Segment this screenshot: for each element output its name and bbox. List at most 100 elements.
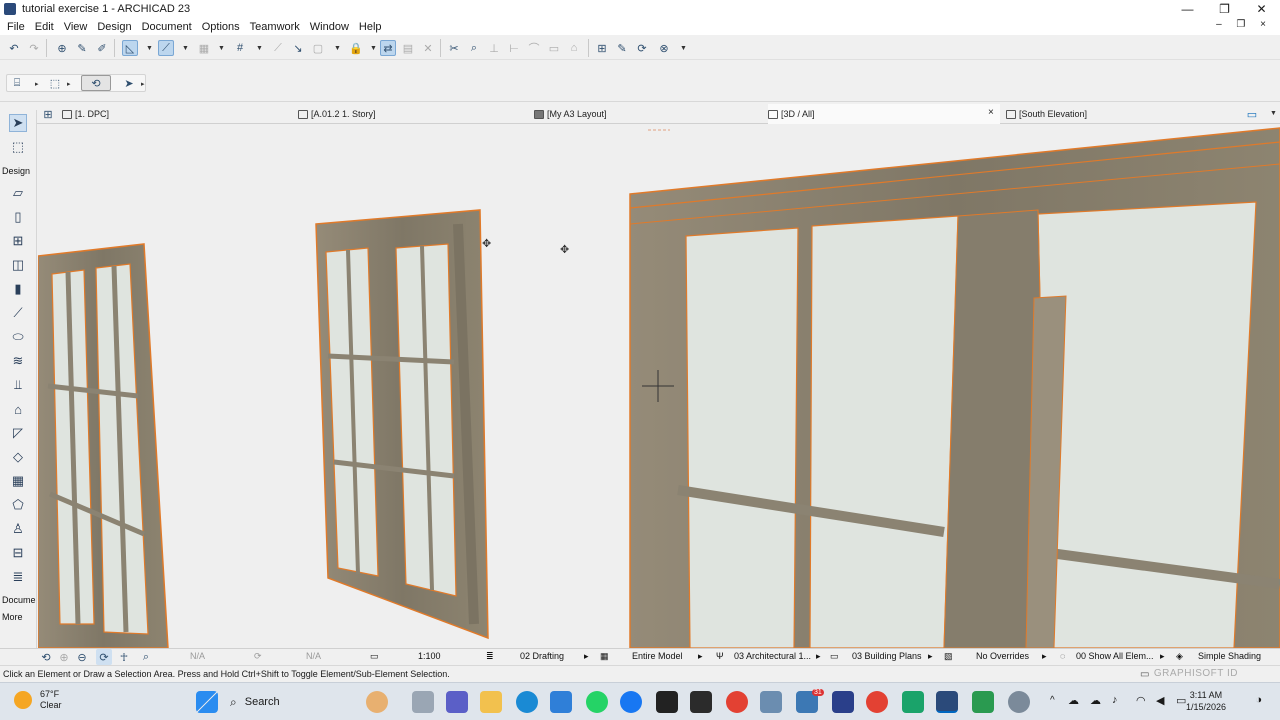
morph-tool-icon[interactable]: ⬠ bbox=[9, 496, 27, 514]
curtain-wall-tool-icon[interactable]: ▦ bbox=[9, 472, 27, 490]
marquee-icon[interactable]: ⬚ bbox=[47, 75, 63, 91]
snap-guides-icon[interactable]: ⟋ bbox=[158, 40, 174, 56]
task-view-icon[interactable] bbox=[412, 691, 434, 713]
renovation-filter[interactable]: 00 Show All Elem... bbox=[1076, 651, 1154, 661]
tab-south-elevation[interactable]: [South Elevation] bbox=[1006, 104, 1236, 124]
grid-snap-icon[interactable]: ▦ bbox=[196, 40, 212, 56]
settings-icon[interactable] bbox=[1008, 691, 1030, 713]
chevron-down-icon[interactable]: ▼ bbox=[680, 45, 687, 52]
grid-icon[interactable]: # bbox=[232, 40, 248, 56]
teams-icon[interactable] bbox=[446, 691, 468, 713]
close-button[interactable]: ✕ bbox=[1243, 0, 1280, 18]
filter-icon[interactable]: ⊞ bbox=[594, 40, 610, 56]
undo-icon[interactable]: ↶ bbox=[6, 40, 22, 56]
tab-1-dpc[interactable]: [1. DPC] bbox=[62, 104, 292, 124]
solid-operations-icon[interactable]: ⊗ bbox=[656, 40, 672, 56]
maximize-button[interactable]: ❐ bbox=[1206, 0, 1243, 18]
chevron-right-icon[interactable]: ▸ bbox=[698, 651, 703, 662]
menu-help[interactable]: Help bbox=[354, 21, 387, 33]
slab-tool-icon[interactable]: ⬭ bbox=[9, 328, 27, 346]
revit-icon[interactable] bbox=[832, 691, 854, 713]
cloud-icon[interactable]: ☁ bbox=[1068, 694, 1079, 707]
window-element-middle[interactable] bbox=[315, 209, 489, 640]
taskbar-search[interactable]: ⌕ Search bbox=[230, 691, 340, 713]
fit-in-window-icon[interactable]: ⌕ bbox=[138, 649, 154, 665]
toolbox-design-label[interactable]: Design bbox=[2, 166, 30, 176]
minimize-button[interactable]: — bbox=[1169, 0, 1206, 18]
roof-tool-icon[interactable]: ⌂ bbox=[9, 400, 27, 418]
capcut-icon[interactable] bbox=[656, 691, 678, 713]
messenger-icon[interactable] bbox=[620, 691, 642, 713]
lock-icon[interactable]: 🔒 bbox=[348, 40, 364, 56]
chevron-down-icon[interactable]: ▼ bbox=[334, 45, 341, 52]
menu-teamwork[interactable]: Teamwork bbox=[245, 21, 305, 33]
toolbox-document-label[interactable]: Docume bbox=[2, 595, 36, 605]
search-highlight-icon[interactable] bbox=[366, 691, 388, 713]
intersect-icon[interactable]: ⊢ bbox=[506, 40, 522, 56]
redo-icon[interactable]: ↷ bbox=[26, 40, 42, 56]
tab-close-icon[interactable]: × bbox=[988, 107, 994, 118]
chevron-down-icon[interactable]: ▼ bbox=[182, 45, 189, 52]
weather-widget[interactable]: 67°F Clear bbox=[14, 689, 62, 711]
model-view-options[interactable]: Entire Model bbox=[632, 651, 683, 661]
menu-file[interactable]: File bbox=[2, 21, 30, 33]
microphone-icon[interactable]: ♪ bbox=[1112, 694, 1118, 706]
chevron-down-icon[interactable]: ▼ bbox=[256, 45, 263, 52]
beam-tool-icon[interactable]: ⟋ bbox=[9, 304, 27, 322]
document-window-controls[interactable]: – ❐ × bbox=[1216, 19, 1272, 30]
chevron-right-icon[interactable]: ▸ bbox=[35, 80, 39, 88]
rotate-icon[interactable]: ⟲ bbox=[38, 649, 54, 665]
menu-document[interactable]: Document bbox=[137, 21, 197, 33]
fillet-icon[interactable]: ⌒ bbox=[526, 40, 542, 56]
adjust-icon[interactable]: ⊥ bbox=[486, 40, 502, 56]
app-icon[interactable] bbox=[972, 691, 994, 713]
arrow-tool-icon[interactable]: ➤ bbox=[9, 114, 27, 132]
windows-start-icon[interactable] bbox=[196, 691, 218, 713]
window-element-left[interactable] bbox=[38, 243, 169, 648]
zoom-out-icon[interactable]: ⊖ bbox=[74, 649, 90, 665]
chevron-right-icon[interactable]: ▸ bbox=[584, 651, 589, 662]
layout-icon[interactable]: ▭ bbox=[1140, 669, 1149, 680]
volume-icon[interactable]: ◀ bbox=[1156, 694, 1164, 707]
shading-mode[interactable]: Simple Shading bbox=[1198, 651, 1261, 661]
door-tool-icon[interactable]: ▯ bbox=[9, 208, 27, 226]
notification-center-icon[interactable]: ◑ bbox=[1255, 694, 1262, 706]
archicad-taskbar-icon[interactable] bbox=[936, 691, 958, 713]
zone-tool-icon[interactable]: ♙ bbox=[9, 520, 27, 538]
chevron-down-icon[interactable]: ▼ bbox=[218, 45, 225, 52]
wall-tool-icon[interactable]: ▱ bbox=[9, 184, 27, 202]
explore-icon[interactable]: ☥ bbox=[116, 649, 132, 665]
battery-icon[interactable]: ▭ bbox=[1176, 694, 1186, 707]
toolbox-more-label[interactable]: More bbox=[2, 612, 23, 622]
system-clock[interactable]: 3:11 AM 1/15/2026 bbox=[1186, 689, 1226, 713]
terminal-icon[interactable] bbox=[690, 691, 712, 713]
cursor-snap-icon[interactable]: ↘ bbox=[290, 40, 306, 56]
tab-3d-all[interactable]: [3D / All] × bbox=[768, 104, 1000, 124]
tab-list-icon[interactable]: ▭ bbox=[1244, 106, 1260, 122]
tab-story[interactable]: [A.01.2 1. Story] bbox=[298, 104, 528, 124]
3d-model-render[interactable]: ✥ ✥ bbox=[38, 124, 1280, 648]
tab-a3-layout[interactable]: [My A3 Layout] bbox=[534, 104, 764, 124]
pen-set[interactable]: 03 Architectural 1... bbox=[734, 651, 811, 661]
menu-design[interactable]: Design bbox=[92, 21, 136, 33]
chevron-right-icon[interactable]: ▸ bbox=[67, 80, 71, 88]
wifi-icon[interactable]: ◠ bbox=[1136, 694, 1146, 707]
selection-filter-icon[interactable]: ⌸ bbox=[9, 75, 25, 91]
suspend-groups-icon[interactable]: ⟋ bbox=[270, 40, 286, 56]
window-tool-icon[interactable]: ⊞ bbox=[9, 232, 27, 250]
mesh-tool-icon[interactable]: ⊟ bbox=[9, 544, 27, 562]
offset-icon[interactable]: ▭ bbox=[546, 40, 562, 56]
tray-expand-icon[interactable]: ^ bbox=[1050, 695, 1055, 706]
chevron-right-icon[interactable]: ▸ bbox=[928, 651, 933, 662]
chrome-profile-icon[interactable] bbox=[866, 691, 888, 713]
menu-options[interactable]: Options bbox=[197, 21, 245, 33]
arrow-tool-icon[interactable]: ➤ bbox=[121, 75, 137, 91]
layout-book-icon[interactable]: ▤ bbox=[400, 40, 416, 56]
trace-reference-icon[interactable]: ⇄ bbox=[380, 40, 396, 56]
whatsapp-icon[interactable] bbox=[586, 691, 608, 713]
split-icon[interactable]: ⌕ bbox=[466, 40, 482, 56]
eyedropper-icon[interactable]: ✐ bbox=[94, 40, 110, 56]
railing-tool-icon[interactable]: ⫫ bbox=[9, 376, 27, 394]
skylight-tool-icon[interactable]: ◇ bbox=[9, 448, 27, 466]
dimension-style[interactable]: 03 Building Plans bbox=[852, 651, 922, 661]
